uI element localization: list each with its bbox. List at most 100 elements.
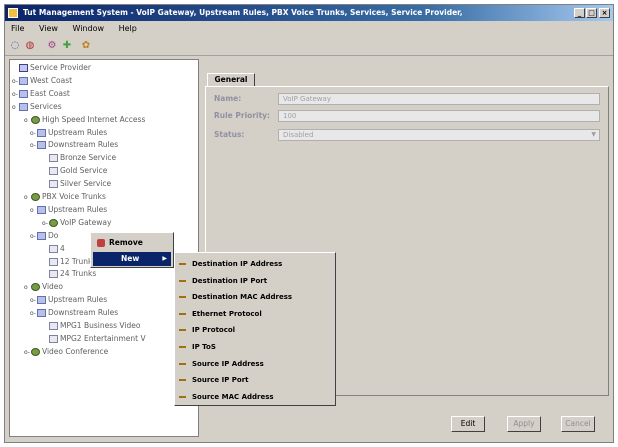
expander-icon[interactable]: o- (30, 308, 37, 320)
rule-icon (179, 395, 186, 398)
folder-icon (37, 231, 46, 240)
apply-button[interactable]: Apply (507, 416, 541, 432)
record-icon[interactable]: ◍ (23, 39, 37, 53)
submenu-item[interactable]: IP ToS (179, 339, 331, 355)
gear-icon[interactable]: ⚙ (45, 39, 59, 53)
tree-item-label: Video Conference (42, 346, 109, 356)
submenu-item[interactable]: Destination MAC Address (179, 289, 331, 305)
submenu-item[interactable]: IP Protocol (179, 322, 331, 338)
add-icon[interactable]: ✚ (60, 39, 74, 53)
priority-field[interactable]: 100 (278, 110, 600, 122)
tree-item[interactable]: 12 Trunks (42, 256, 96, 268)
tree-item-label: Bronze Service (60, 153, 117, 163)
close-button[interactable]: × (599, 8, 610, 18)
new-submenu: Destination IP Address Destination IP Por… (174, 252, 336, 406)
tree-item[interactable]: 24 Trunks (42, 268, 96, 280)
tree-item-label: Gold Service (60, 166, 108, 176)
doc-icon (49, 334, 58, 343)
menu-view[interactable]: View (33, 22, 64, 36)
tree-item[interactable]: Gold Service (42, 165, 107, 177)
name-field[interactable]: VoIP Gateway (278, 93, 600, 105)
folder-icon (37, 128, 46, 137)
settings-icon[interactable]: ✿ (79, 39, 93, 53)
tab-general[interactable]: General (207, 73, 255, 87)
tree-item[interactable]: o- Do (30, 230, 58, 242)
expander-icon[interactable]: o (24, 192, 31, 204)
expander-icon[interactable]: o (12, 102, 19, 114)
tree-item[interactable]: Service Provider (12, 62, 91, 74)
folder-icon (37, 141, 46, 150)
submenu-item-label: Destination IP Address (192, 260, 283, 268)
edit-button[interactable]: Edit (451, 416, 485, 432)
tree-item[interactable]: o High Speed Internet Access (24, 114, 145, 126)
tree-item[interactable]: o Services (12, 101, 62, 113)
menu-file[interactable]: File (5, 22, 30, 36)
menu-item-remove[interactable]: Remove (93, 236, 171, 250)
tree-item[interactable]: o- Downstream Rules (30, 139, 118, 151)
tree-item-label: Downstream Rules (48, 308, 119, 318)
expander-icon[interactable]: o- (30, 128, 37, 140)
maximize-button[interactable]: □ (586, 8, 597, 18)
menu-item-new[interactable]: New ▶ (93, 252, 171, 266)
tree-item-label: Upstream Rules (48, 127, 108, 137)
tree-item-label: VoIP Gateway (60, 217, 112, 227)
context-menu: Remove New ▶ (90, 232, 174, 268)
submenu-item[interactable]: Destination IP Port (179, 273, 331, 289)
window-title: Tut Management System - VoIP Gateway, Up… (23, 8, 463, 17)
submenu-item-label: Source MAC Address (192, 392, 274, 401)
tree-item[interactable]: MPG1 Business Video (42, 320, 140, 332)
tree-item[interactable]: o Upstream Rules (30, 204, 107, 216)
expander-icon[interactable]: o- (12, 76, 19, 88)
menu-window[interactable]: Window (66, 22, 110, 36)
title-bar: Tut Management System - VoIP Gateway, Up… (5, 5, 613, 21)
expander-icon[interactable]: o (30, 205, 37, 217)
toolbar: ◌ ◍ ⚙ ✚ ✿ (5, 37, 613, 56)
tree-item[interactable]: o- East Coast (12, 88, 70, 100)
tree-item[interactable]: Bronze Service (42, 152, 116, 164)
tree-item-label: West Coast (30, 75, 73, 85)
priority-value: 100 (283, 112, 297, 120)
status-select[interactable]: Disabled ▼ (278, 129, 600, 141)
rule-icon (179, 312, 186, 315)
submenu-item[interactable]: Ethernet Protocol (179, 306, 331, 322)
gear-icon (31, 347, 40, 356)
tree-item[interactable]: MPG2 Entertainment V (42, 333, 146, 345)
tree-item[interactable]: o- VoIP Gateway (42, 217, 111, 229)
doc-icon (49, 270, 58, 279)
rule-icon (179, 279, 186, 282)
tree-item-label: Do (48, 230, 59, 240)
expander-icon[interactable]: o (24, 282, 31, 294)
rule-icon (179, 379, 186, 382)
submenu-item[interactable]: Source IP Port (179, 372, 331, 388)
expander-icon[interactable]: o (24, 115, 31, 127)
tree-item-label: MPG2 Entertainment V (60, 333, 146, 343)
cancel-button[interactable]: Cancel (561, 416, 595, 432)
folder-icon (19, 102, 28, 111)
tree-item-label: MPG1 Business Video (60, 321, 141, 330)
submenu-item[interactable]: Source IP Address (179, 356, 331, 372)
expander-icon[interactable]: o- (30, 140, 37, 152)
tree-item[interactable]: Silver Service (42, 178, 111, 190)
expander-icon[interactable]: o- (30, 295, 37, 307)
tree-item[interactable]: 4 (42, 243, 65, 255)
tree-item-label: 4 (60, 243, 65, 253)
tree-item[interactable]: o PBX Voice Trunks (24, 191, 106, 203)
tree-item[interactable]: o- Video Conference (24, 346, 108, 358)
expander-icon[interactable]: o- (24, 347, 31, 359)
submenu-item[interactable]: Source MAC Address (179, 389, 331, 405)
minimize-button[interactable]: _ (574, 8, 585, 18)
open-icon[interactable]: ◌ (8, 39, 22, 53)
tree-item[interactable]: o- Upstream Rules (30, 127, 107, 139)
submenu-item-label: IP Protocol (192, 326, 236, 335)
tree-item[interactable]: o- Downstream Rules (30, 307, 118, 319)
menu-help[interactable]: Help (113, 22, 143, 36)
tree-item[interactable]: o- West Coast (12, 75, 72, 87)
folder-icon (37, 309, 46, 318)
submenu-item[interactable]: Destination IP Address (179, 256, 331, 272)
expander-icon[interactable]: o- (12, 89, 19, 101)
expander-icon[interactable]: o- (30, 231, 37, 243)
tree-item[interactable]: o Video (24, 281, 63, 293)
expander-icon[interactable]: o- (42, 218, 49, 230)
tree-item-label: Silver Service (60, 179, 112, 189)
tree-item[interactable]: o- Upstream Rules (30, 294, 107, 306)
